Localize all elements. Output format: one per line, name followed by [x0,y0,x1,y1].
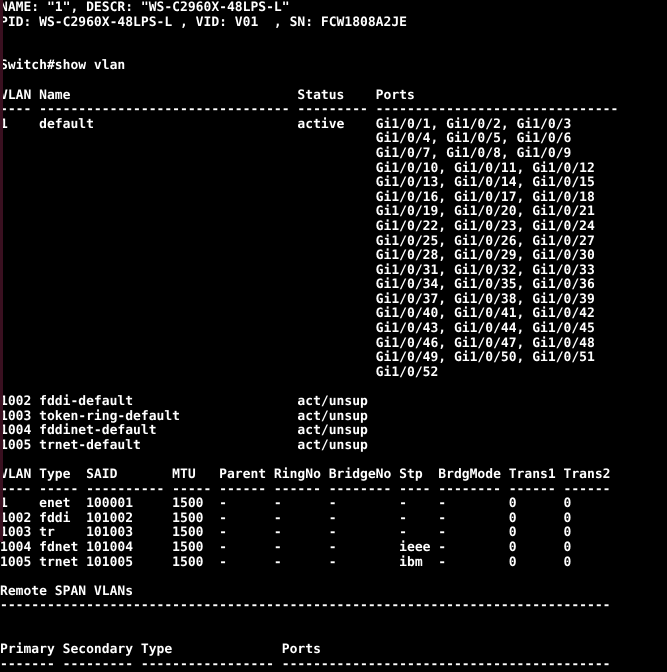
terminal-line-11: Gi1/0/10, Gi1/0/11, Gi1/0/12 [0,160,595,176]
terminal-line-9: Gi1/0/4, Gi1/0/5, Gi1/0/6 [0,131,572,147]
terminal-line-6: VLAN Name Status Ports [0,87,415,103]
terminal-line-36: 1003 tr 101003 1500 - - - - - 0 0 [0,525,572,541]
terminal-line-42 [0,614,667,629]
terminal-left-edge-strip [0,0,3,542]
terminal-line-43 [0,629,667,644]
terminal-line-8: 1 default active Gi1/0/1, Gi1/0/2, Gi1/0… [0,116,572,132]
terminal-line-28: 1003 token-ring-default act/unsup [0,408,368,424]
terminal-line-41: ----------------------------------------… [0,598,611,614]
terminal-line-22: Gi1/0/43, Gi1/0/44, Gi1/0/45 [0,321,595,337]
terminal-line-16: Gi1/0/25, Gi1/0/26, Gi1/0/27 [0,233,595,249]
terminal-line-45: ------- --------- ----------------- ----… [0,656,611,672]
terminal-line-39 [0,570,667,585]
terminal-line-20: Gi1/0/37, Gi1/0/38, Gi1/0/39 [0,291,595,307]
terminal-line-29: 1004 fddinet-default act/unsup [0,423,368,439]
terminal-line-13: Gi1/0/16, Gi1/0/17, Gi1/0/18 [0,189,595,205]
terminal-line-24: Gi1/0/49, Gi1/0/50, Gi1/0/51 [0,350,595,366]
terminal-line-31 [0,453,667,468]
terminal-line-44: Primary Secondary Type Ports [0,642,321,658]
terminal-line-3 [0,45,667,60]
terminal-screen-text[interactable]: NAME: "1", DESCR: "WS-C2960X-48LPS-L" PID… [0,0,667,671]
terminal-line-12: Gi1/0/13, Gi1/0/14, Gi1/0/15 [0,175,595,191]
terminal-line-33: ---- ----- ---------- ----- ------ -----… [0,481,611,497]
terminal-line-19: Gi1/0/34, Gi1/0/35, Gi1/0/36 [0,277,595,293]
terminal-line-37: 1004 fdnet 101004 1500 - - - ieee - 0 0 [0,539,572,555]
terminal-line-40: Remote SPAN VLANs [0,583,134,599]
terminal-line-10: Gi1/0/7, Gi1/0/8, Gi1/0/9 [0,145,572,161]
terminal-line-18: Gi1/0/31, Gi1/0/32, Gi1/0/33 [0,262,595,278]
terminal-line-35: 1002 fddi 101002 1500 - - - - - 0 0 [0,510,572,526]
terminal-line-17: Gi1/0/28, Gi1/0/29, Gi1/0/30 [0,248,595,264]
terminal-line-2 [0,30,667,45]
terminal-line-21: Gi1/0/40, Gi1/0/41, Gi1/0/42 [0,306,595,322]
terminal-window[interactable]: NAME: "1", DESCR: "WS-C2960X-48LPS-L" PID… [0,0,667,671]
terminal-line-0: NAME: "1", DESCR: "WS-C2960X-48LPS-L" [0,0,290,15]
terminal-line-5 [0,74,667,89]
terminal-line-32: VLAN Type SAID MTU Parent RingNo BridgeN… [0,467,611,482]
terminal-line-34: 1 enet 100001 1500 - - - - - 0 0 [0,496,572,512]
terminal-line-1: PID: WS-C2960X-48LPS-L , VID: V01 , SN: … [0,14,407,30]
terminal-line-26 [0,380,667,395]
terminal-line-15: Gi1/0/22, Gi1/0/23, Gi1/0/24 [0,218,595,234]
terminal-line-38: 1005 trnet 101005 1500 - - - ibm - 0 0 [0,554,572,570]
terminal-line-30: 1005 trnet-default act/unsup [0,437,368,453]
terminal-line-25: Gi1/0/52 [0,364,439,380]
terminal-line-27: 1002 fddi-default act/unsup [0,394,368,410]
terminal-line-7: ---- -------------------------------- --… [0,102,619,118]
terminal-line-4: Switch#show vlan [0,58,126,74]
terminal-line-14: Gi1/0/19, Gi1/0/20, Gi1/0/21 [0,204,595,220]
terminal-line-23: Gi1/0/46, Gi1/0/47, Gi1/0/48 [0,335,595,351]
